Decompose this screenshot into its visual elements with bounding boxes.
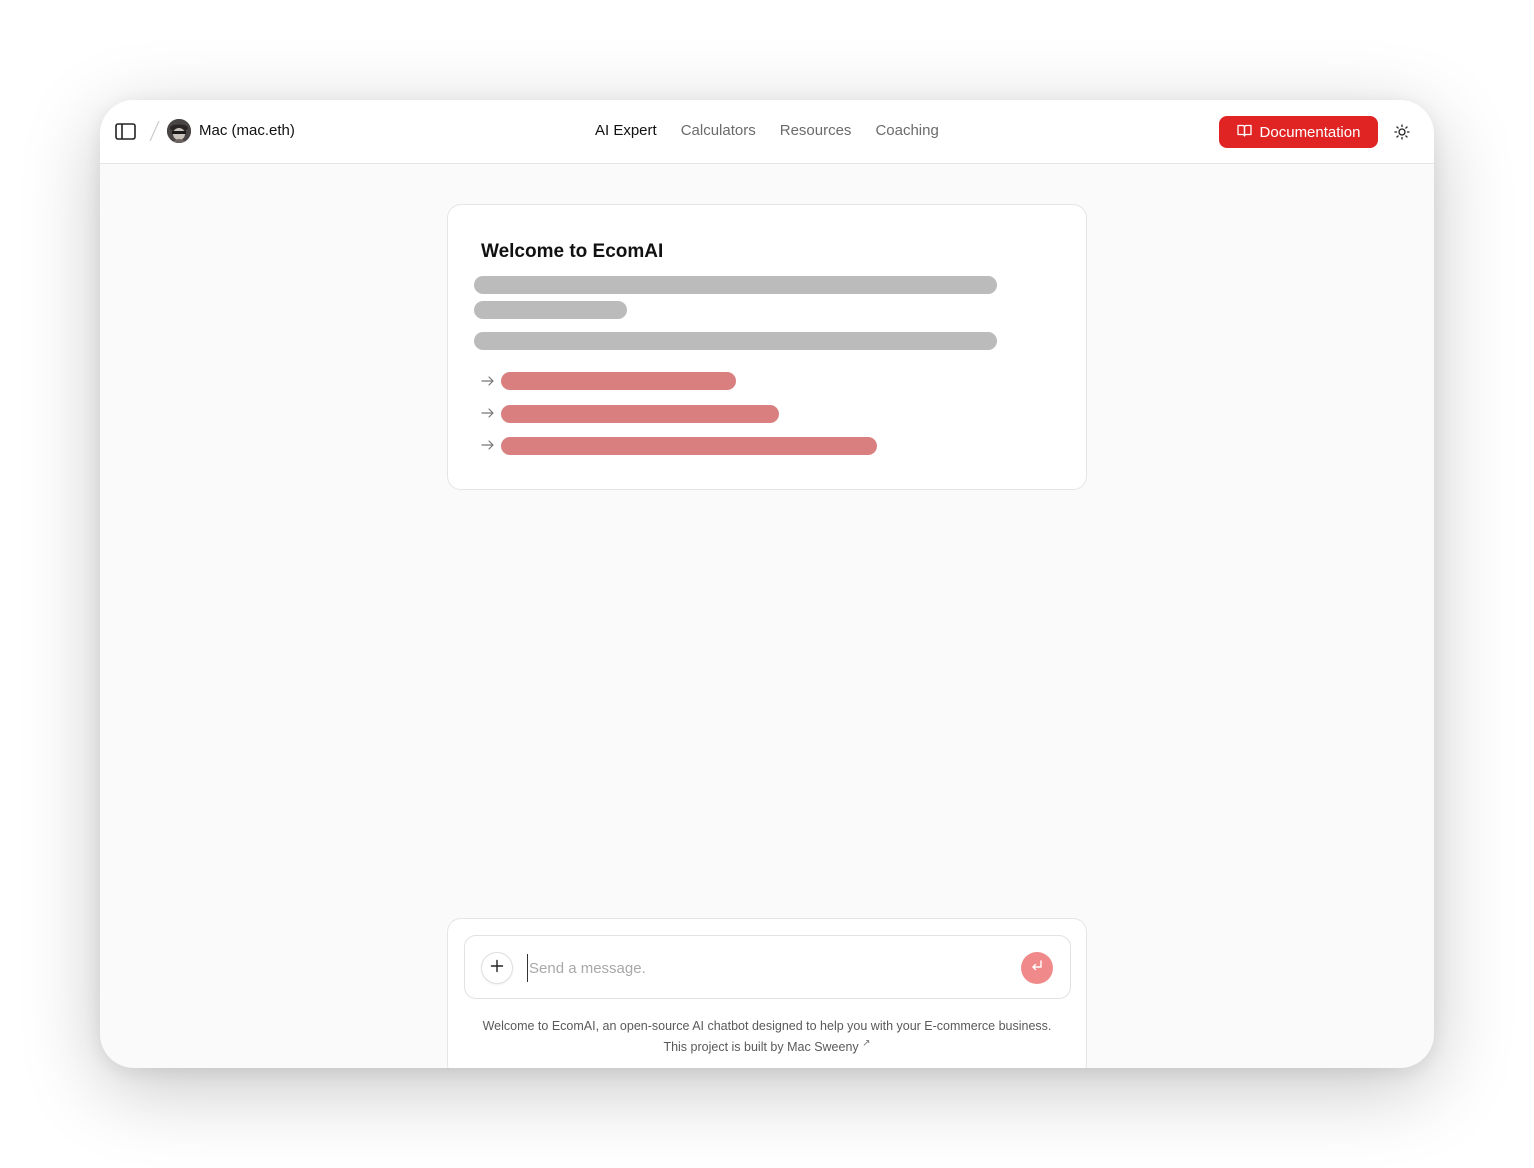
welcome-title: Welcome to EcomAI	[481, 241, 664, 262]
welcome-card: Welcome to EcomAI	[447, 204, 1087, 490]
placeholder-text-line	[474, 301, 627, 319]
external-link-icon: ↗	[862, 1038, 871, 1049]
sidebar-toggle-icon[interactable]	[114, 121, 136, 141]
chat-composer: Welcome to EcomAI, an open-source AI cha…	[447, 918, 1087, 1068]
suggestion-link[interactable]	[501, 405, 779, 423]
add-attachment-button[interactable]	[481, 952, 513, 984]
author-link[interactable]: Mac Sweeny	[787, 1040, 859, 1054]
message-input[interactable]	[527, 954, 1007, 982]
placeholder-text-line	[474, 332, 997, 350]
avatar[interactable]	[167, 119, 191, 143]
arrow-right-icon	[481, 408, 494, 418]
user-name[interactable]: Mac (mac.eth)	[199, 122, 295, 139]
nav-calculators[interactable]: Calculators	[681, 122, 756, 139]
nav-coaching[interactable]: Coaching	[875, 122, 938, 139]
message-input-box	[464, 935, 1071, 999]
breadcrumb-separator	[149, 120, 160, 142]
enter-icon	[1030, 959, 1044, 978]
main-nav: AI Expert Calculators Resources Coaching	[595, 122, 939, 139]
documentation-label: Documentation	[1259, 123, 1361, 141]
footer-credit-prefix: This project is built by	[663, 1040, 788, 1055]
app-window: Mac (mac.eth) AI Expert Calculators Reso…	[100, 100, 1434, 1068]
nav-resources[interactable]: Resources	[780, 122, 852, 139]
suggestion-link[interactable]	[501, 437, 877, 455]
footer-credit: This project is built by Mac Sweeny ↗	[448, 1035, 1086, 1056]
footer-description: Welcome to EcomAI, an open-source AI cha…	[482, 1019, 1052, 1033]
nav-ai-expert[interactable]: AI Expert	[595, 122, 657, 139]
arrow-right-icon	[481, 376, 494, 386]
plus-icon	[490, 959, 504, 978]
placeholder-text-line	[474, 276, 997, 294]
send-button[interactable]	[1021, 952, 1053, 984]
suggestion-link[interactable]	[501, 372, 736, 390]
sun-icon[interactable]	[1392, 122, 1412, 142]
book-open-icon	[1236, 124, 1252, 141]
top-navigation-bar: Mac (mac.eth) AI Expert Calculators Reso…	[100, 100, 1434, 164]
composer-footer: Welcome to EcomAI, an open-source AI cha…	[448, 1017, 1086, 1056]
arrow-right-icon	[481, 440, 494, 450]
documentation-button[interactable]: Documentation	[1219, 116, 1378, 148]
